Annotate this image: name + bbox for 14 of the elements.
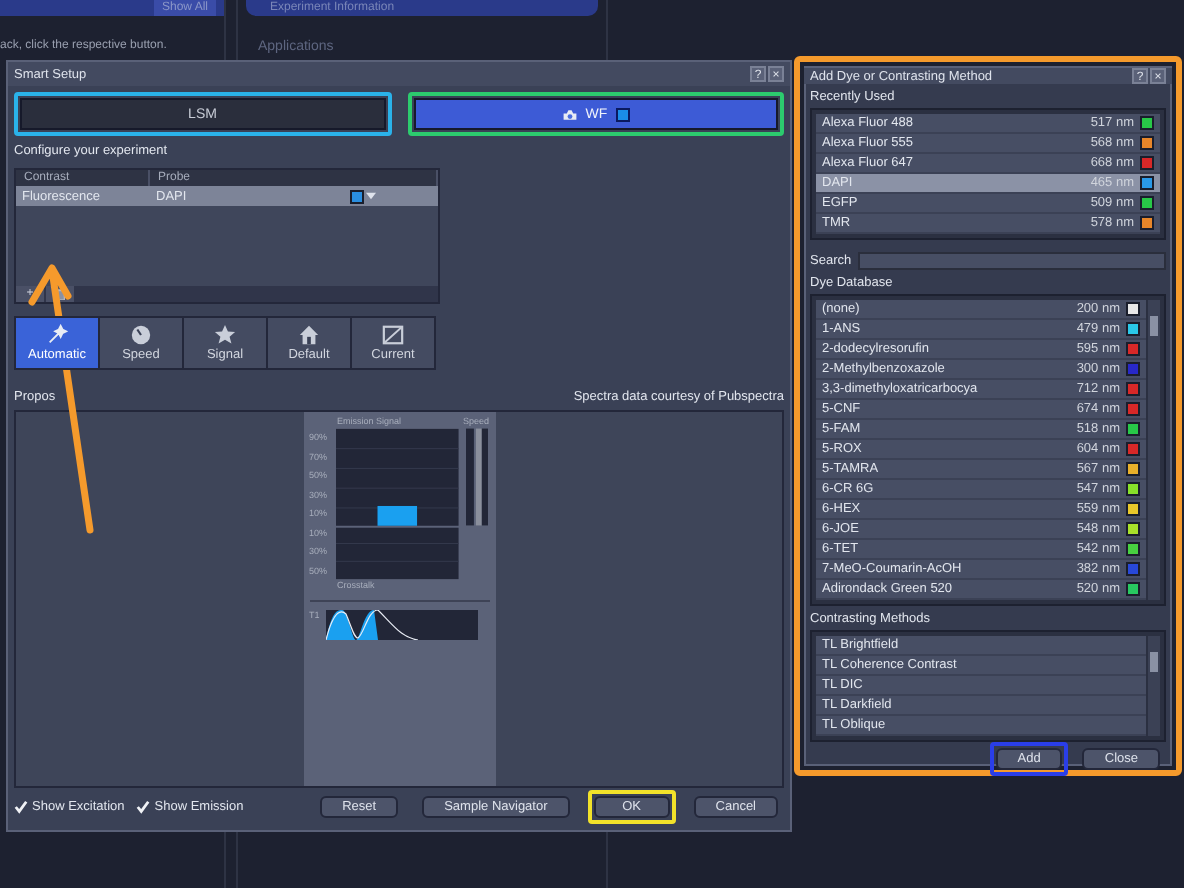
scrollbar[interactable]: [1148, 636, 1160, 736]
check-icon: [136, 799, 151, 813]
star-icon: [214, 324, 236, 346]
gauge-icon: [130, 324, 152, 346]
speed-meter-drawing: [465, 428, 489, 526]
status-square-icon: [615, 107, 630, 121]
wand-icon: [46, 324, 68, 346]
camera-icon: [561, 107, 578, 121]
house-icon: [298, 324, 320, 346]
caret-icon[interactable]: [366, 192, 376, 200]
scrollbar[interactable]: [1148, 300, 1160, 600]
check-icon: [14, 799, 28, 813]
frame-icon: [382, 324, 404, 346]
search-field[interactable]: [857, 252, 1166, 270]
